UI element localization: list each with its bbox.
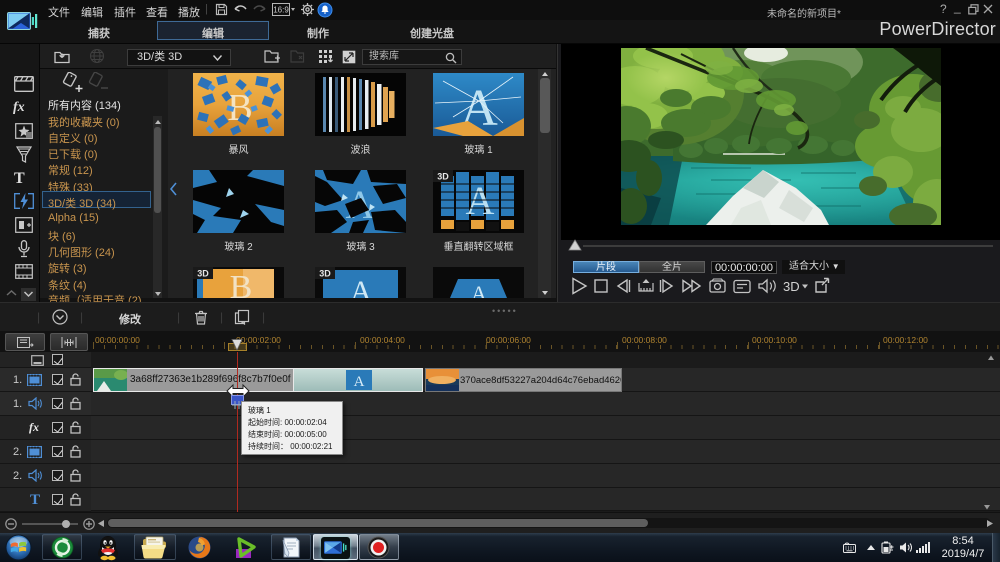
- svg-text:3D: 3D: [319, 269, 331, 279]
- svg-text:A: A: [354, 374, 365, 390]
- svg-text:A: A: [350, 275, 372, 298]
- svg-text:A: A: [471, 281, 487, 298]
- svg-text:16:9: 16:9: [273, 6, 289, 15]
- svg-text:3D: 3D: [197, 269, 209, 279]
- svg-text:3D: 3D: [437, 172, 449, 182]
- svg-text:B: B: [230, 269, 253, 298]
- svg-text:3D: 3D: [783, 279, 800, 294]
